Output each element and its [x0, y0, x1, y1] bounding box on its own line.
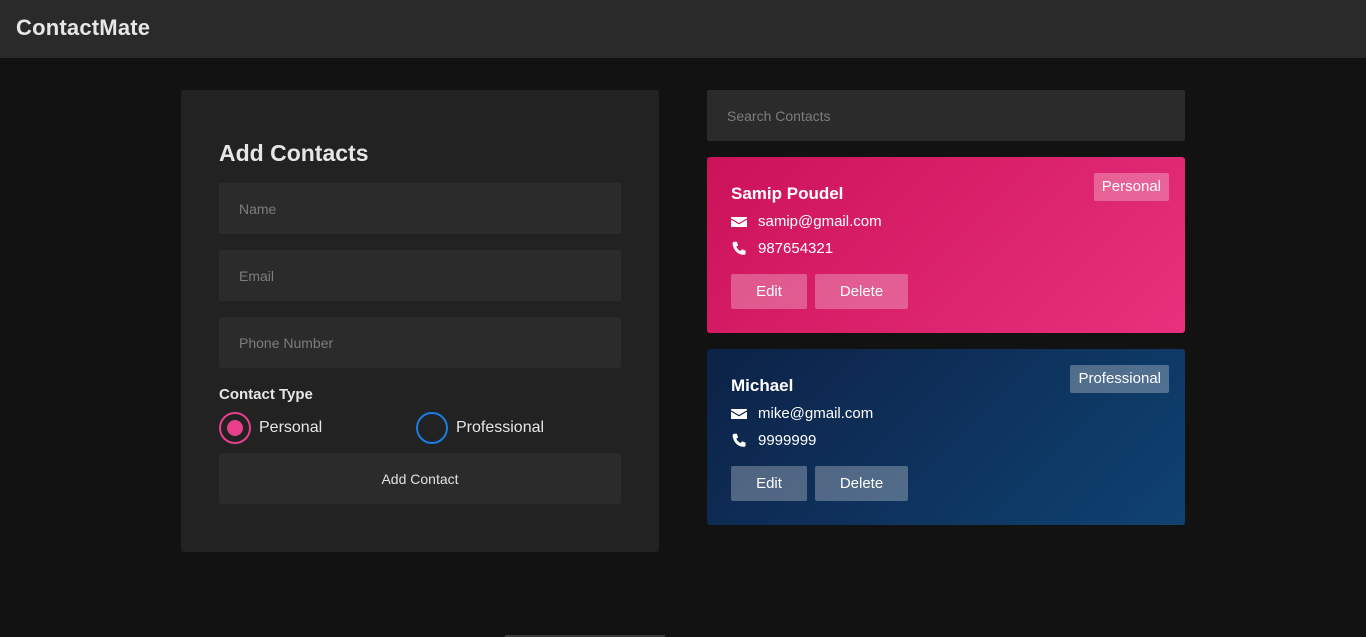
- contact-type-label: Contact Type: [219, 386, 313, 403]
- envelope-icon: [731, 216, 747, 227]
- navbar: ContactMate: [0, 0, 1366, 58]
- envelope-icon: [731, 408, 747, 419]
- contact-email: samip@gmail.com: [758, 213, 882, 230]
- name-input[interactable]: [219, 183, 621, 234]
- contact-name: Michael: [731, 376, 794, 395]
- radio-professional[interactable]: Professional: [416, 412, 544, 444]
- contact-phone-row: 987654321: [731, 240, 833, 257]
- phone-icon: [732, 433, 746, 447]
- radio-personal-indicator[interactable]: [219, 412, 251, 444]
- contact-type-badge: Professional: [1070, 365, 1169, 393]
- email-input[interactable]: [219, 250, 621, 301]
- radio-personal-label: Personal: [259, 419, 323, 436]
- contact-phone: 987654321: [758, 240, 834, 257]
- radio-professional-label: Professional: [456, 419, 545, 436]
- search-input[interactable]: [707, 90, 1185, 141]
- edit-button[interactable]: Edit: [731, 466, 807, 501]
- contact-email-row: mike@gmail.com: [731, 405, 873, 422]
- phone-input[interactable]: [219, 317, 621, 368]
- contact-card: Samip Poudel Personal samip@gmail.com 98…: [707, 157, 1185, 333]
- contact-phone: 9999999: [758, 432, 817, 449]
- brand-title[interactable]: ContactMate: [16, 15, 150, 41]
- edit-button[interactable]: Edit: [731, 274, 807, 309]
- delete-button[interactable]: Delete: [815, 466, 908, 501]
- contact-email: mike@gmail.com: [758, 405, 874, 422]
- contact-type-badge: Personal: [1093, 173, 1169, 201]
- contact-phone-row: 9999999: [731, 432, 816, 449]
- radio-personal[interactable]: Personal: [219, 412, 322, 444]
- contact-card: Michael Professional mike@gmail.com 9999…: [707, 349, 1185, 525]
- form-title: Add Contacts: [219, 140, 369, 166]
- radio-professional-indicator[interactable]: [416, 412, 448, 444]
- contact-name: Samip Poudel: [731, 184, 844, 203]
- contact-email-row: samip@gmail.com: [731, 213, 882, 230]
- add-contact-form: Add Contacts Contact Type Personal Profe…: [181, 90, 659, 552]
- delete-button[interactable]: Delete: [815, 274, 908, 309]
- add-contact-button[interactable]: Add Contact: [219, 453, 621, 504]
- phone-icon: [732, 241, 746, 255]
